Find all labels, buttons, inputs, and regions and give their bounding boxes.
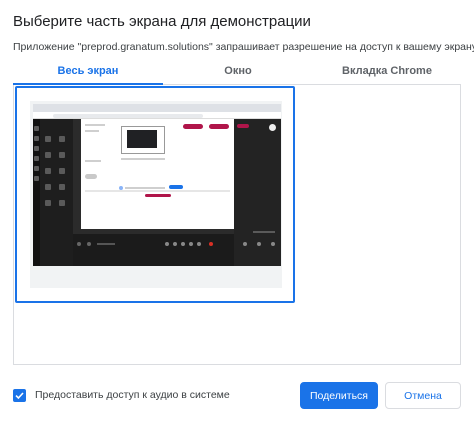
preview-toolbar-dot [271, 242, 275, 246]
preview-toolbar-dot [189, 242, 193, 246]
checkmark-icon [15, 392, 24, 400]
preview-toolbar-dot [257, 242, 261, 246]
preview-tool-icon [59, 184, 65, 190]
preview-dot [119, 186, 123, 190]
preview-sidebar-icon [34, 126, 39, 131]
preview-toolbar-dot [181, 242, 185, 246]
preview-toolbar-dot [77, 242, 81, 246]
audio-checkbox[interactable] [13, 389, 26, 402]
preview-button [169, 185, 183, 189]
preview-tool-icon [45, 168, 51, 174]
preview-text-line [85, 160, 101, 162]
preview-slide-image [127, 130, 157, 148]
preview-tool-icon [59, 168, 65, 174]
preview-text-line [85, 130, 99, 132]
preview-text-line [125, 187, 165, 189]
preview-toolbar-dot [165, 242, 169, 246]
preview-divider [85, 190, 230, 192]
preview-button [209, 124, 229, 129]
screen-thumbnail [30, 101, 282, 288]
preview-sidebar [33, 119, 40, 266]
preview-text-line [121, 158, 165, 160]
preview-sidebar-icon [34, 176, 39, 181]
preview-tool-icon [45, 200, 51, 206]
preview-toolbar-dot [173, 242, 177, 246]
source-preview-area [13, 85, 461, 365]
preview-url-field [53, 114, 203, 118]
dialog-title: Выберите часть экрана для демонстрации [13, 13, 311, 30]
preview-tool-icon [45, 136, 51, 142]
tab-window[interactable]: Окно [163, 58, 313, 85]
preview-right-badge [237, 124, 249, 128]
preview-tool-icon [45, 184, 51, 190]
screen-thumbnail-card[interactable] [15, 86, 295, 303]
preview-sidebar-icon [34, 166, 39, 171]
preview-browser-tabbar [33, 104, 281, 112]
tab-chrome-tab[interactable]: Вкладка Chrome [313, 58, 461, 85]
tab-entire-screen[interactable]: Весь экран [13, 58, 163, 85]
preview-button [183, 124, 203, 129]
screen-preview-image [33, 104, 281, 266]
preview-toolbar-dot [87, 242, 91, 246]
preview-text-line [253, 231, 275, 233]
share-button[interactable]: Поделиться [300, 382, 378, 409]
preview-end-call-dot [209, 242, 213, 246]
preview-sidebar-icon [34, 136, 39, 141]
preview-button [85, 174, 97, 179]
preview-sidebar-icon [34, 146, 39, 151]
preview-avatar [269, 124, 276, 131]
preview-tool-icon [45, 152, 51, 158]
screen-share-dialog: Выберите часть экрана для демонстрации П… [0, 0, 474, 422]
preview-progress [145, 194, 171, 197]
audio-checkbox-label: Предоставить доступ к аудио в системе [35, 389, 230, 401]
preview-tool-icon [59, 152, 65, 158]
preview-tool-icon [59, 136, 65, 142]
preview-text-line [85, 124, 105, 126]
preview-toolbar-dot [197, 242, 201, 246]
preview-tool-icon [59, 200, 65, 206]
cancel-button[interactable]: Отмена [385, 382, 461, 409]
dialog-footer: Предоставить доступ к аудио в системе По… [0, 372, 474, 422]
preview-call-toolbar [73, 234, 234, 266]
preview-toolbar-dot [243, 242, 247, 246]
preview-text-line [97, 243, 115, 245]
dialog-subtitle: Приложение "preprod.granatum.solutions" … [13, 41, 474, 53]
preview-sidebar-icon [34, 156, 39, 161]
source-tabs: Весь экран Окно Вкладка Chrome [13, 58, 461, 85]
